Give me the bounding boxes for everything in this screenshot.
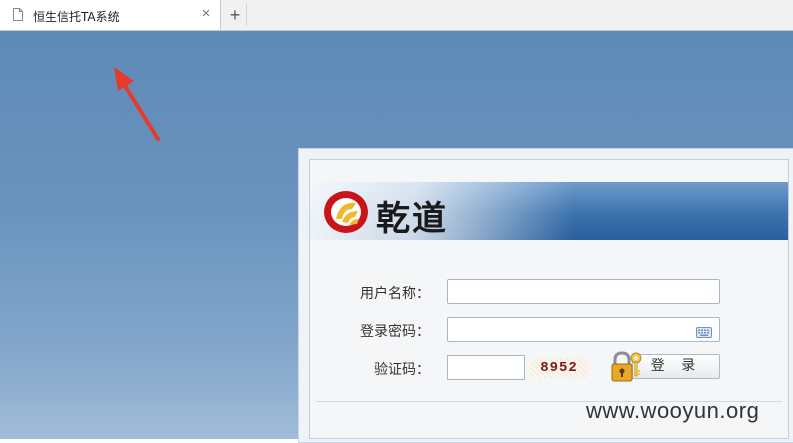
new-tab-button[interactable]: + [224, 4, 247, 26]
brand-name: 乾道 [376, 199, 448, 239]
tab-title: 恒生信托TA系统 [33, 10, 120, 24]
captcha-label: 验证码： [374, 362, 430, 378]
red-arrow-annotation [114, 67, 160, 141]
password-input[interactable] [447, 317, 720, 342]
captcha-image[interactable]: 8952 [530, 358, 588, 378]
browser-tab-strip: 恒生信托TA系统 × + [0, 0, 793, 31]
login-button-label: 登 录 [632, 354, 720, 379]
username-label: 用户名称： [360, 286, 430, 302]
close-tab-icon[interactable]: × [199, 6, 213, 21]
lock-key-icon [611, 351, 642, 382]
virtual-keyboard-icon[interactable] [696, 327, 712, 338]
login-button[interactable]: 登 录 [610, 350, 722, 384]
watermark-text: www.wooyun.org [586, 398, 760, 423]
login-banner: 乾道 [310, 182, 788, 240]
qiandao-logo-icon [324, 191, 368, 233]
login-panel-inner: 乾道 用户名称： 登录密码： 验证码： 8952 登 录 [309, 159, 789, 439]
captcha-input[interactable] [447, 355, 525, 380]
password-label: 登录密码： [360, 324, 430, 340]
username-input[interactable] [447, 279, 720, 304]
browser-tab[interactable]: 恒生信托TA系统 × [0, 0, 221, 30]
document-icon [13, 8, 23, 21]
